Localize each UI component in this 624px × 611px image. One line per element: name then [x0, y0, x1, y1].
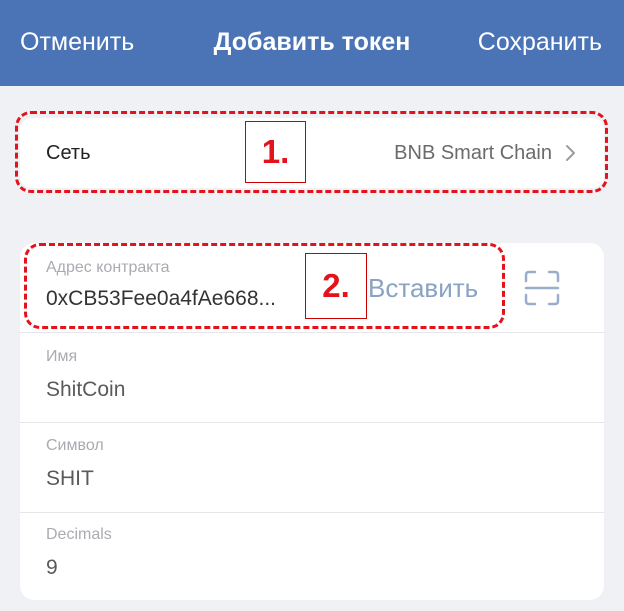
annotation-outline-contract: [24, 243, 505, 329]
name-label: Имя: [46, 348, 78, 365]
qr-scan-icon[interactable]: [523, 269, 561, 307]
symbol-field[interactable]: Символ SHIT: [20, 423, 604, 512]
annotation-number-1: 1.: [245, 121, 306, 183]
name-input[interactable]: ShitCoin: [46, 378, 125, 402]
save-button[interactable]: Сохранить: [478, 28, 602, 57]
decimals-field[interactable]: Decimals 9: [20, 513, 604, 600]
annotation-outline-network: [15, 111, 608, 193]
name-field[interactable]: Имя ShitCoin: [20, 333, 604, 422]
decimals-label: Decimals: [46, 526, 112, 543]
nav-bar: Отменить Добавить токен Сохранить: [0, 0, 624, 86]
decimals-input[interactable]: 9: [46, 556, 58, 580]
symbol-label: Символ: [46, 437, 104, 454]
annotation-number-2: 2.: [305, 253, 367, 319]
symbol-input[interactable]: SHIT: [46, 467, 94, 491]
